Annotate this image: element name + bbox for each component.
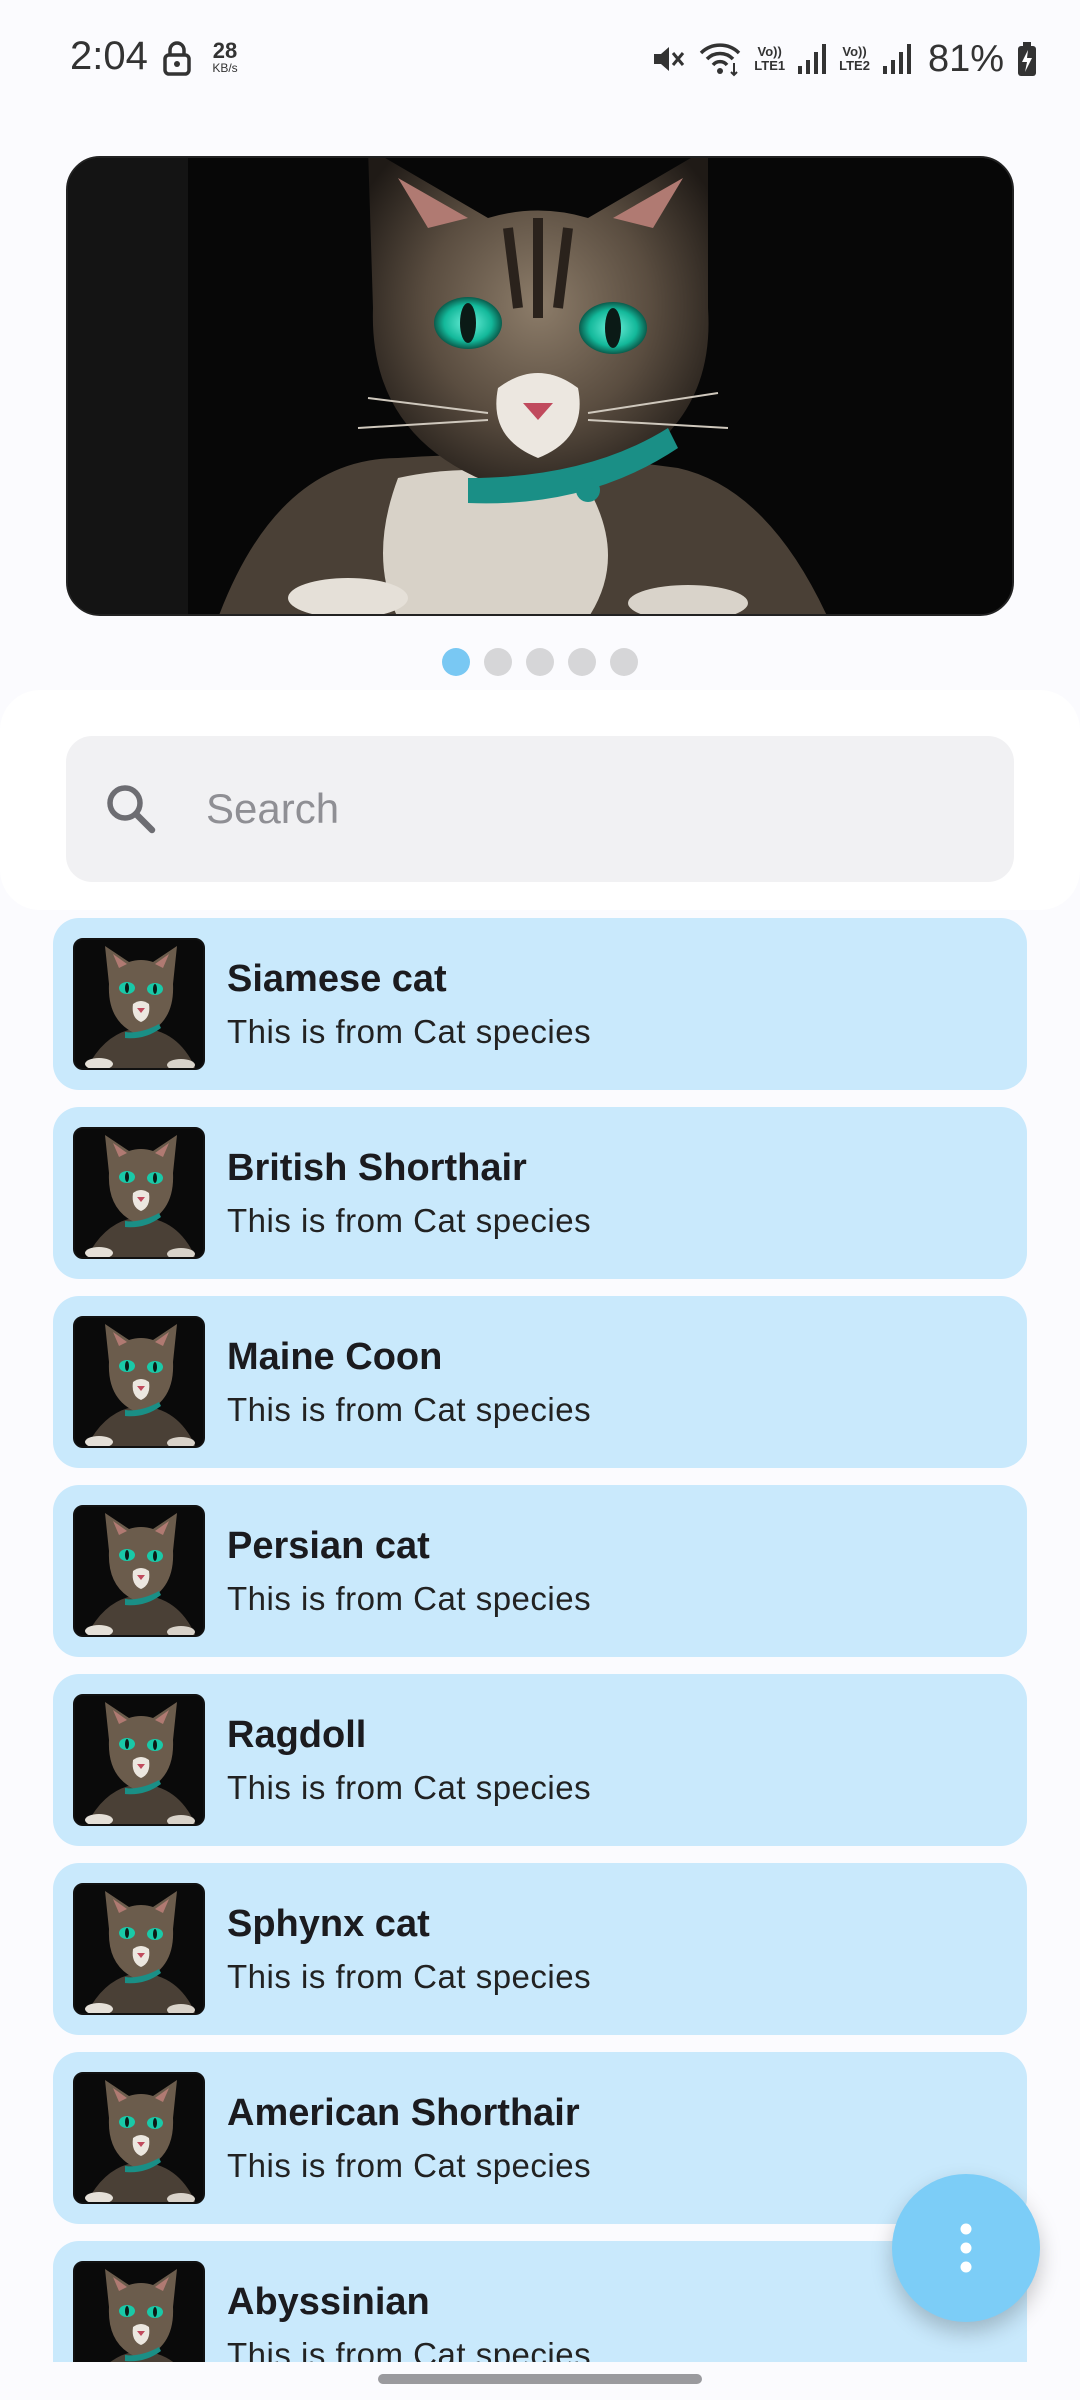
sim2-volte-bottom: LTE2 bbox=[839, 58, 870, 73]
list-item[interactable]: Persian cat This is from Cat species bbox=[53, 1485, 1027, 1657]
signal-icon bbox=[882, 44, 911, 74]
list-item-title: Abyssinian bbox=[227, 2281, 430, 2324]
carousel-indicator bbox=[0, 648, 1080, 676]
status-time: 2:04 bbox=[70, 34, 148, 78]
network-speed-value: 28 bbox=[212, 38, 238, 63]
list-item[interactable]: British Shorthair This is from Cat speci… bbox=[53, 1107, 1027, 1279]
cat-breed-list: Siamese cat This is from Cat species Bri… bbox=[53, 918, 1027, 2400]
home-indicator[interactable] bbox=[378, 2374, 702, 2384]
battery-charging-icon bbox=[1018, 42, 1036, 76]
more-options-button[interactable] bbox=[892, 2174, 1040, 2322]
list-item-text: Ragdoll This is from Cat species bbox=[227, 1713, 591, 1807]
list-item-subtitle: This is from Cat species bbox=[227, 1957, 592, 1995]
list-item-text: American Shorthair This is from Cat spec… bbox=[227, 2091, 591, 2185]
status-bar: 2:04 28 KB/s Vo)) LTE1 Vo)) LTE2 81% bbox=[0, 0, 1080, 120]
list-item-subtitle: This is from Cat species bbox=[227, 1201, 592, 1239]
list-item-text: British Shorthair This is from Cat speci… bbox=[227, 1146, 591, 1240]
mute-icon bbox=[654, 47, 685, 71]
list-item[interactable]: Maine Coon This is from Cat species bbox=[53, 1296, 1027, 1468]
list-item-title: Maine Coon bbox=[227, 1336, 443, 1379]
list-item-subtitle: This is from Cat species bbox=[227, 1579, 592, 1617]
list-item-text: Persian cat This is from Cat species bbox=[227, 1524, 591, 1618]
list-item-title: Sphynx cat bbox=[227, 1903, 430, 1946]
battery-percent: 81% bbox=[927, 37, 1004, 80]
status-icons: Vo)) LTE1 Vo)) LTE2 81% bbox=[650, 34, 1038, 84]
list-item[interactable]: American Shorthair This is from Cat spec… bbox=[53, 2052, 1027, 2224]
network-speed: 28 KB/s bbox=[205, 38, 245, 75]
cat-thumbnail bbox=[73, 1505, 205, 1637]
carousel-dot[interactable] bbox=[442, 648, 470, 676]
list-item-subtitle: This is from Cat species bbox=[227, 1390, 592, 1428]
sim1-volte-top: Vo)) bbox=[757, 44, 782, 60]
wifi-icon bbox=[700, 43, 741, 77]
cat-thumbnail bbox=[73, 2072, 205, 2204]
carousel-dot[interactable] bbox=[568, 648, 596, 676]
search-input[interactable] bbox=[206, 785, 966, 833]
cat-thumbnail bbox=[73, 1127, 205, 1259]
sim1-volte: Vo)) LTE1 bbox=[754, 45, 785, 72]
carousel-dot[interactable] bbox=[610, 648, 638, 676]
signal-icon bbox=[798, 44, 827, 74]
list-item-text: Abyssinian This is from Cat species bbox=[227, 2280, 591, 2374]
cat-thumbnail bbox=[73, 1316, 205, 1448]
list-item-title: Siamese cat bbox=[227, 958, 447, 1001]
sim2-volte: Vo)) LTE2 bbox=[839, 45, 870, 72]
carousel-dot[interactable] bbox=[484, 648, 512, 676]
app-screen: 2:04 28 KB/s Vo)) LTE1 Vo)) LTE2 81% Sea… bbox=[0, 0, 1080, 2400]
cat-photo bbox=[68, 158, 1012, 614]
search-icon bbox=[107, 785, 156, 834]
list-item[interactable]: Siamese cat This is from Cat species bbox=[53, 918, 1027, 1090]
cat-thumbnail bbox=[73, 938, 205, 1070]
list-item-subtitle: This is from Cat species bbox=[227, 2146, 592, 2184]
list-item-title: Ragdoll bbox=[227, 1714, 367, 1757]
more-vertical-icon bbox=[960, 2223, 972, 2273]
sim2-volte-top: Vo)) bbox=[842, 44, 867, 60]
list-item[interactable]: Sphynx cat This is from Cat species bbox=[53, 1863, 1027, 2035]
list-item[interactable]: Ragdoll This is from Cat species bbox=[53, 1674, 1027, 1846]
image-carousel[interactable] bbox=[66, 156, 1014, 616]
lock-icon bbox=[163, 41, 191, 76]
network-speed-unit: KB/s bbox=[212, 61, 238, 75]
carousel-dot[interactable] bbox=[526, 648, 554, 676]
cat-thumbnail bbox=[73, 1694, 205, 1826]
list-item-subtitle: This is from Cat species bbox=[227, 1768, 592, 1806]
list-item-text: Maine Coon This is from Cat species bbox=[227, 1335, 591, 1429]
list-item-title: British Shorthair bbox=[227, 1147, 527, 1190]
list-item-title: Persian cat bbox=[227, 1525, 430, 1568]
search-bar[interactable] bbox=[66, 736, 1014, 882]
cat-thumbnail bbox=[73, 1883, 205, 2015]
list-item-text: Sphynx cat This is from Cat species bbox=[227, 1902, 591, 1996]
sim1-volte-bottom: LTE1 bbox=[754, 58, 786, 73]
list-item-subtitle: This is from Cat species bbox=[227, 1012, 592, 1050]
list-item-text: Siamese cat This is from Cat species bbox=[227, 957, 591, 1051]
list-item-title: American Shorthair bbox=[227, 2092, 580, 2135]
